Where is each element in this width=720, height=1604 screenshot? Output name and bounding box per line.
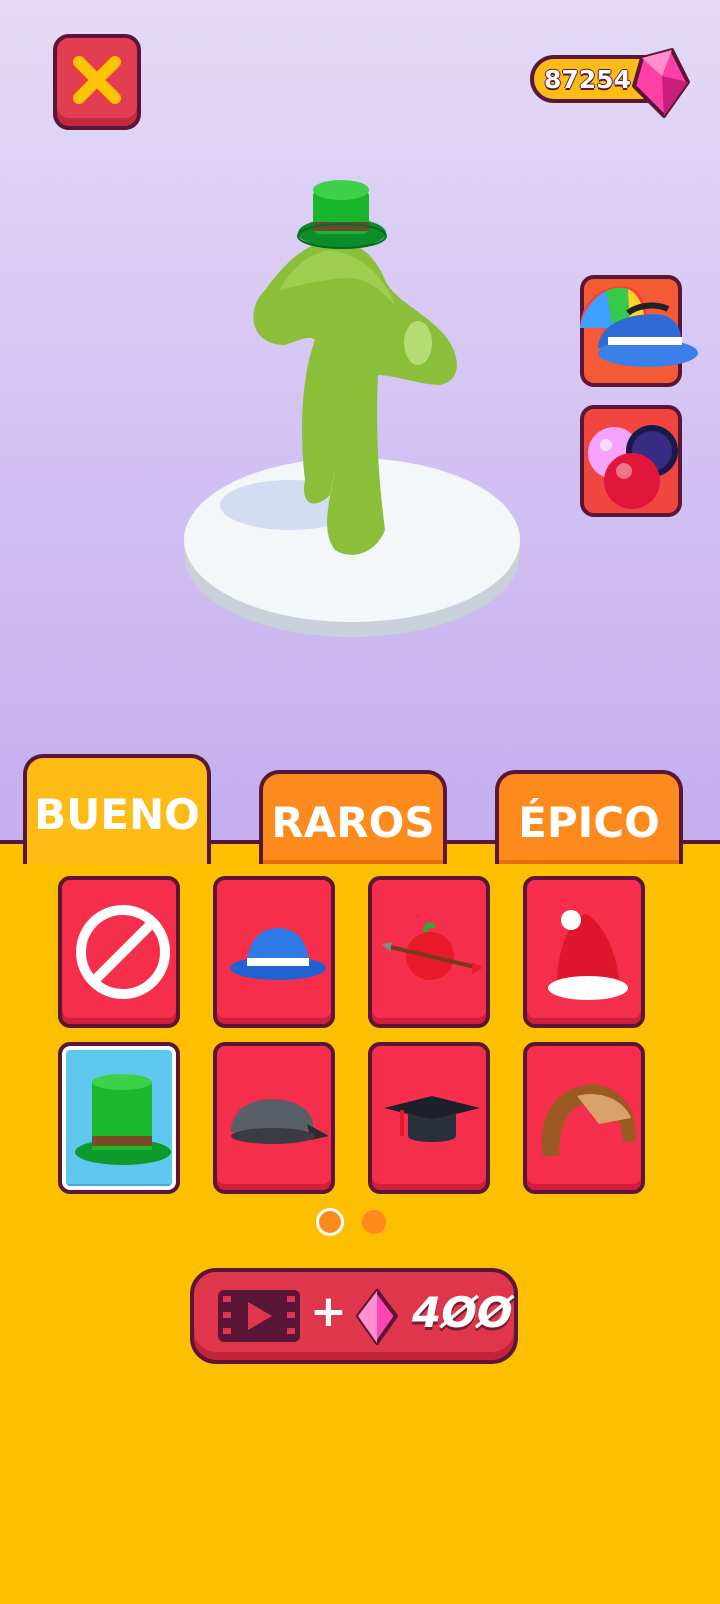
page-dot-2[interactable] bbox=[362, 1210, 386, 1234]
balls-category-button[interactable] bbox=[580, 405, 682, 517]
pink-gem-icon bbox=[356, 1289, 398, 1345]
hats-category-button[interactable] bbox=[580, 275, 698, 387]
item-santa-hat[interactable] bbox=[523, 876, 645, 1028]
watch-ad-buy-button[interactable]: + 4ØØ bbox=[190, 1268, 518, 1364]
none-icon bbox=[76, 905, 170, 999]
hats-category-icon bbox=[580, 286, 698, 367]
item-green-top-hat[interactable] bbox=[58, 1042, 180, 1194]
plus-sign: + bbox=[310, 1286, 347, 1337]
pink-gem-icon bbox=[632, 48, 690, 118]
close-button[interactable] bbox=[53, 34, 141, 130]
blue-bowler-hat-icon bbox=[230, 928, 326, 980]
apple-arrow-hat-icon bbox=[382, 922, 482, 980]
tab-epico[interactable]: ÉPICO bbox=[495, 770, 683, 864]
character-stage bbox=[184, 180, 520, 637]
tab-bueno[interactable]: BUENO bbox=[23, 754, 211, 864]
item-blue-bowler-hat[interactable] bbox=[213, 876, 335, 1028]
price-label: 4ØØ bbox=[412, 1288, 513, 1337]
green-top-hat-icon bbox=[75, 1074, 171, 1165]
santa-hat-icon bbox=[548, 910, 628, 1000]
item-graduation-cap[interactable] bbox=[368, 1042, 490, 1194]
aviator-hat-icon bbox=[541, 1084, 636, 1156]
grey-cap-icon bbox=[231, 1099, 329, 1144]
tab-bueno-label: BUENO bbox=[34, 790, 200, 839]
balls-category-icon bbox=[588, 425, 678, 509]
tab-raros[interactable]: RAROS bbox=[259, 770, 447, 864]
tab-raros-label: RAROS bbox=[271, 798, 435, 847]
page-dot-1[interactable] bbox=[316, 1208, 344, 1236]
close-x-icon bbox=[73, 56, 121, 104]
tab-epico-label: ÉPICO bbox=[518, 798, 660, 847]
item-grey-cap[interactable] bbox=[213, 1042, 335, 1194]
video-ad-icon bbox=[218, 1290, 300, 1342]
item-none[interactable] bbox=[58, 876, 180, 1028]
gem-count: 87254 bbox=[544, 65, 631, 94]
active-tab-joiner bbox=[27, 838, 207, 846]
graduation-cap-icon bbox=[384, 1096, 480, 1142]
item-aviator-hat[interactable] bbox=[523, 1042, 645, 1194]
item-apple-arrow-hat[interactable] bbox=[368, 876, 490, 1028]
